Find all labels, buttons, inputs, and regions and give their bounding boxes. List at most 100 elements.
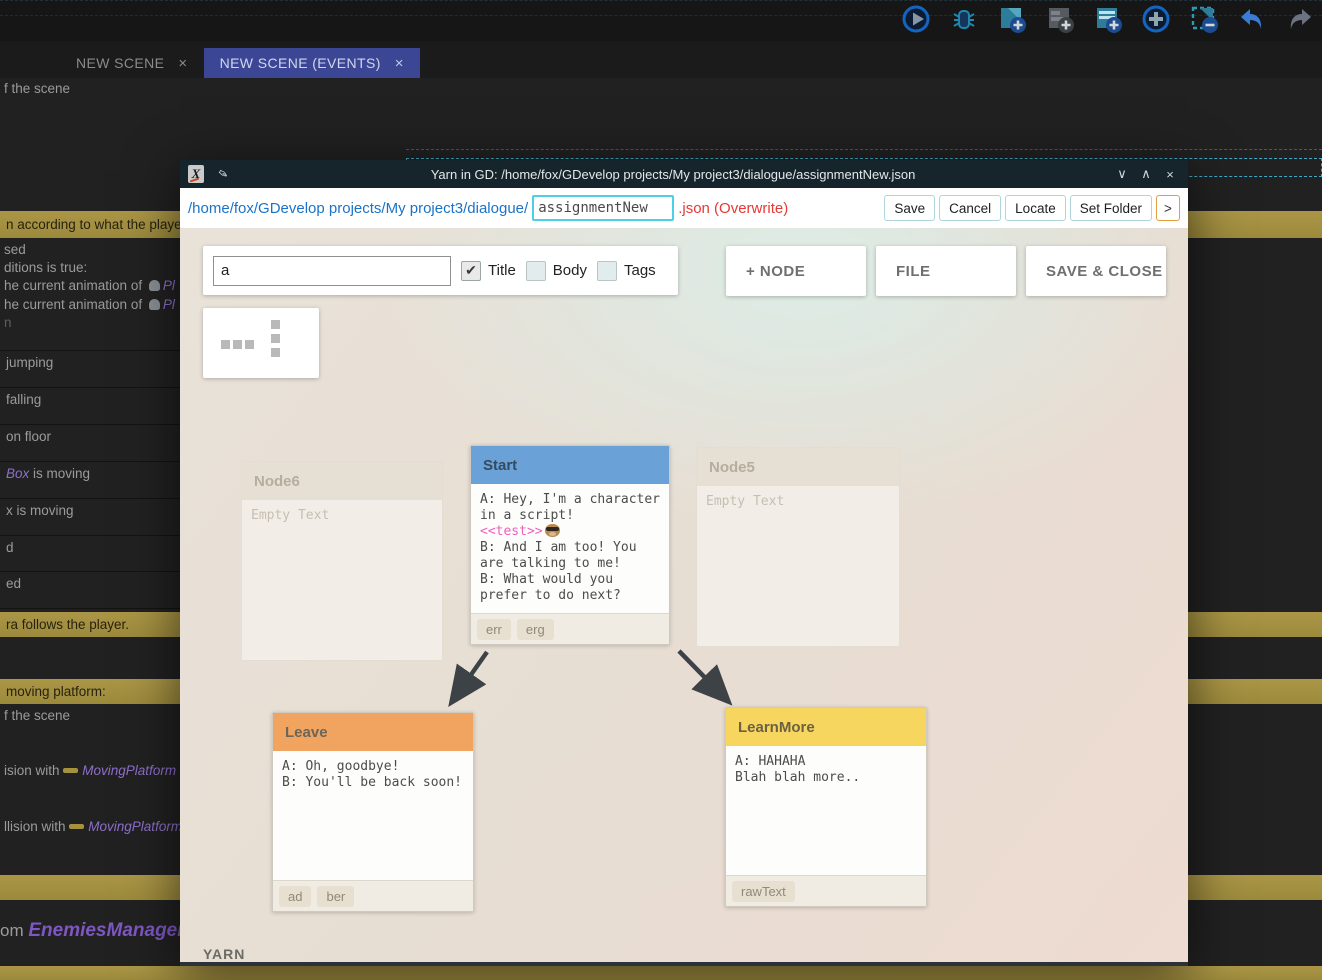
file-menu-button[interactable]: FILE <box>876 246 1016 296</box>
event-text[interactable]: n <box>4 315 12 330</box>
event-row[interactable]: jumping <box>0 350 180 386</box>
expand-button[interactable]: > <box>1156 195 1180 221</box>
monkey-emoji <box>545 524 560 537</box>
add-external-events-icon[interactable] <box>1044 3 1076 35</box>
filter-body: Body <box>526 261 587 281</box>
event-text[interactable]: f the scene <box>4 81 70 96</box>
window-title: Yarn in GD: /home/fox/GDevelop projects/… <box>236 167 1110 182</box>
yarn-canvas[interactable]: ✔ Title Body Tags + NODE FILE SAVE & CLO… <box>180 228 1188 962</box>
event-row[interactable]: on floor <box>0 424 180 460</box>
debug-icon[interactable] <box>948 3 980 35</box>
object-name: Pl <box>163 278 175 293</box>
arrange-vertical-icon[interactable] <box>271 320 280 329</box>
comment-event[interactable] <box>0 966 1322 980</box>
node-title[interactable]: Start <box>471 446 669 484</box>
body-checkbox[interactable] <box>526 261 546 281</box>
tags-checkbox[interactable] <box>597 261 617 281</box>
node-title[interactable]: Leave <box>273 713 473 751</box>
arrange-vertical-icon[interactable] <box>271 348 280 357</box>
filter-tags: Tags <box>597 261 656 281</box>
save-button[interactable]: Save <box>884 195 935 221</box>
event-row[interactable]: falling <box>0 387 180 423</box>
cancel-button[interactable]: Cancel <box>939 195 1001 221</box>
add-events-icon[interactable] <box>1092 3 1124 35</box>
tag-chip[interactable]: erg <box>517 619 554 640</box>
yarn-titlebar[interactable]: X ✑ Yarn in GD: /home/fox/GDevelop proje… <box>180 160 1188 188</box>
node-body[interactable]: Empty Text <box>242 500 442 660</box>
arrange-horizontal-icon[interactable] <box>245 340 254 349</box>
tag-chip[interactable]: ber <box>317 886 354 907</box>
maximize-icon[interactable]: ∧ <box>1134 166 1158 182</box>
event-text[interactable]: f the scene <box>4 708 70 723</box>
node-body[interactable]: A: Hey, I'm a character in a script! <<t… <box>471 484 669 614</box>
search-input[interactable] <box>213 256 451 286</box>
event-row[interactable]: x is moving <box>0 498 180 534</box>
yarn-dialog: X ✑ Yarn in GD: /home/fox/GDevelop proje… <box>180 160 1188 966</box>
tag-chip[interactable]: ad <box>279 886 311 907</box>
object-name: MovingPlatform <box>88 819 182 834</box>
checkbox-label: Body <box>553 262 587 279</box>
remove-selection-icon[interactable] <box>1188 3 1220 35</box>
tab-label: NEW SCENE (EVENTS) <box>220 55 381 71</box>
body-text: Empty Text <box>706 494 784 509</box>
yarn-node-start[interactable]: StartA: Hey, I'm a character in a script… <box>470 445 670 645</box>
redo-icon[interactable] <box>1284 3 1316 35</box>
event-text[interactable]: sed <box>4 242 26 257</box>
event-row[interactable]: Box is moving <box>0 461 180 497</box>
xterm-icon: X <box>188 165 204 183</box>
tab-new-scene[interactable]: NEW SCENE × <box>60 48 204 78</box>
node-title[interactable]: Node6 <box>242 462 442 500</box>
tab-label: NEW SCENE <box>76 55 164 71</box>
event-row[interactable]: d <box>0 535 180 571</box>
add-scene-icon[interactable] <box>996 3 1028 35</box>
title-checkbox[interactable]: ✔ <box>461 261 481 281</box>
yarn-node-node5[interactable]: Node5 Empty Text <box>696 447 900 647</box>
tab-new-scene-events[interactable]: NEW SCENE (EVENTS) × <box>204 48 420 78</box>
event-text[interactable]: ditions is true: <box>4 260 87 275</box>
condition-animation[interactable]: he current animation of Pl <box>4 297 175 312</box>
pin-icon: ✑ <box>215 165 231 182</box>
node-tags: adber <box>273 880 473 911</box>
save-close-button[interactable]: SAVE & CLOSE <box>1026 246 1166 296</box>
node-body[interactable]: A: HAHAHA Blah blah more.. <box>726 746 926 876</box>
event-row[interactable]: ed <box>0 571 180 607</box>
locate-button[interactable]: Locate <box>1005 195 1066 221</box>
add-node-button[interactable]: + NODE <box>726 246 866 296</box>
event-external-link[interactable]: om EnemiesManager <box>0 920 185 942</box>
add-new-icon[interactable] <box>1140 3 1172 35</box>
file-path-bar: /home/fox/GDevelop projects/My project3/… <box>180 188 1188 228</box>
close-icon[interactable]: × <box>395 55 404 72</box>
tab-bar: NEW SCENE × NEW SCENE (EVENTS) × <box>0 48 420 78</box>
play-icon[interactable] <box>900 3 932 35</box>
arrange-vertical-icon[interactable] <box>271 334 280 343</box>
condition-collision[interactable]: ision with MovingPlatform <box>4 763 176 778</box>
condition-animation[interactable]: he current animation of Pl <box>4 278 175 293</box>
close-icon[interactable]: × <box>178 55 187 72</box>
body-text: Empty Text <box>251 508 329 523</box>
yarn-node-leave[interactable]: LeaveA: Oh, goodbye! B: You'll be back s… <box>272 712 474 912</box>
body-text: A: Hey, I'm a character in a script! <box>480 492 660 523</box>
filename-input[interactable] <box>532 195 674 221</box>
yarn-watermark: YARN <box>203 946 245 962</box>
close-icon[interactable]: × <box>1158 167 1182 182</box>
tag-chip[interactable]: rawText <box>732 881 795 902</box>
node-title[interactable]: Node5 <box>697 448 899 486</box>
yarn-node-node6[interactable]: Node6 Empty Text <box>241 461 443 661</box>
external-events-name: EnemiesManager <box>28 920 184 941</box>
condition-collision[interactable]: llision with MovingPlatform <box>4 819 182 834</box>
minimize-icon[interactable]: ∨ <box>1110 166 1134 182</box>
undo-icon[interactable] <box>1236 3 1268 35</box>
object-name: MovingPlatform <box>82 763 176 778</box>
node-body[interactable]: Empty Text <box>697 486 899 646</box>
node-body[interactable]: A: Oh, goodbye! B: You'll be back soon! <box>273 751 473 881</box>
divider <box>0 608 180 609</box>
tag-chip[interactable]: err <box>477 619 511 640</box>
arrange-horizontal-icon[interactable] <box>221 340 230 349</box>
yarn-node-learnmore[interactable]: LearnMoreA: HAHAHA Blah blah more.. rawTe… <box>725 707 927 907</box>
node-title[interactable]: LearnMore <box>726 708 926 746</box>
arrange-horizontal-icon[interactable] <box>233 340 242 349</box>
object-name: Pl <box>163 297 175 312</box>
node-tags: rawText <box>726 875 926 906</box>
path-suffix: .json (Overwrite) <box>678 200 788 217</box>
set-folder-button[interactable]: Set Folder <box>1070 195 1152 221</box>
